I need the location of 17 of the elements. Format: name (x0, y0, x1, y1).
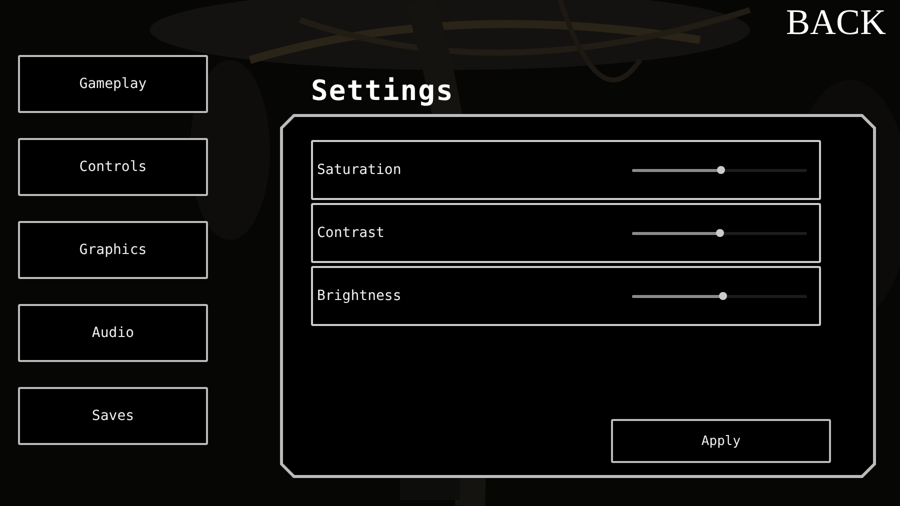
slider-label: Saturation (317, 162, 402, 178)
slider-thumb[interactable] (719, 292, 727, 300)
menu-button[interactable]: Controls (18, 138, 208, 196)
settings-title: Settings (311, 74, 455, 108)
slider-track[interactable] (632, 232, 807, 234)
menu-button[interactable]: Gameplay (18, 55, 208, 113)
slider-thumb[interactable] (717, 166, 726, 174)
menu-button[interactable]: Saves (18, 387, 208, 445)
menu-button[interactable]: Audio (18, 304, 208, 362)
slider-label: Brightness (317, 288, 402, 304)
back-button[interactable]: BACK (786, 2, 886, 42)
slider-label: Contrast (317, 225, 386, 241)
apply-button[interactable]: Apply (611, 419, 831, 463)
menu-button[interactable]: Graphics (18, 221, 208, 279)
slider-thumb[interactable] (716, 228, 724, 236)
slider-track[interactable] (632, 168, 807, 172)
slider-track[interactable] (632, 294, 807, 298)
